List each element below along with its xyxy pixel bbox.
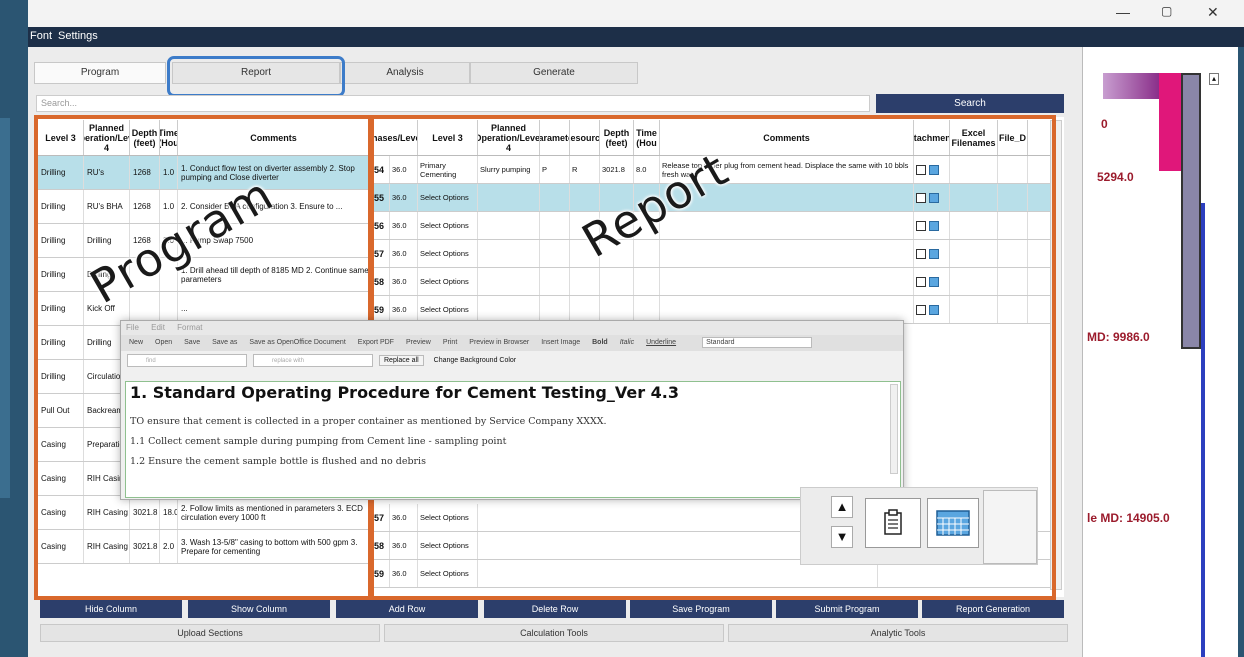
calendar-button[interactable] — [927, 498, 979, 548]
attach-document-button[interactable] — [865, 498, 921, 548]
calendar-icon — [936, 510, 970, 536]
text-editor-window: File Edit Format New Open Save Save as S… — [120, 320, 904, 500]
maximize-icon[interactable]: ▢ — [1161, 4, 1172, 18]
editor-style-select[interactable]: Standard — [702, 337, 813, 348]
upload-sections-button[interactable]: Upload Sections — [40, 624, 380, 642]
depth-chart-panel: ▴ 0 5294.0 MD: 9986.0 le MD: 14905.0 — [1082, 47, 1238, 657]
calculation-tools-button[interactable]: Calculation Tools — [384, 624, 724, 642]
menu-settings[interactable]: Settings — [58, 30, 98, 42]
scroll-down-icon[interactable]: ▼ — [831, 526, 853, 548]
depth-bar-blue — [1201, 203, 1205, 657]
editor-paragraph: 1.2 Ensure the cement sample bottle is f… — [130, 456, 426, 467]
editor-replace-all-button[interactable]: Replace all — [379, 354, 424, 366]
show-column-button[interactable]: Show Column — [188, 600, 330, 618]
tab-generate[interactable]: Generate — [470, 62, 638, 84]
panel-scroll-up-icon[interactable]: ▴ — [1209, 73, 1219, 85]
editor-find-input[interactable]: find — [127, 353, 247, 367]
search-button[interactable]: Search — [876, 94, 1064, 113]
minimize-icon[interactable]: — — [1116, 4, 1130, 20]
editor-scrollbar[interactable] — [890, 384, 898, 474]
menu-font[interactable]: Font — [30, 30, 52, 42]
editor-change-bg-button[interactable]: Change Background Color — [430, 356, 521, 365]
menu-bar: Font Settings — [28, 27, 1244, 47]
editor-menu: File Edit Format — [121, 321, 903, 335]
report-generation-button[interactable]: Report Generation — [922, 600, 1064, 618]
clipboard-icon — [884, 509, 902, 535]
editor-new-button[interactable]: New — [129, 335, 143, 351]
analytic-tools-button[interactable]: Analytic Tools — [728, 624, 1068, 642]
editor-toolbar: New Open Save Save as Save as OpenOffice… — [121, 335, 903, 351]
editor-bold-button[interactable]: Bold — [592, 335, 608, 351]
attachment-preview — [983, 490, 1037, 564]
editor-paragraph: TO ensure that cement is collected in a … — [130, 416, 607, 427]
save-program-button[interactable]: Save Program — [630, 600, 772, 618]
report-tab-highlight — [167, 56, 345, 97]
editor-menu-edit[interactable]: Edit — [151, 323, 165, 332]
depth-label-1: 5294.0 — [1097, 170, 1134, 184]
app-root: — ▢ ✕ Font Settings Program Report Analy… — [0, 0, 1244, 657]
editor-document[interactable]: 1. Standard Operating Procedure for Ceme… — [125, 381, 901, 498]
window-titlebar: — ▢ ✕ — [28, 0, 1244, 27]
editor-save-button[interactable]: Save — [184, 335, 200, 351]
editor-paragraph: 1.1 Collect cement sample during pumping… — [130, 436, 507, 447]
editor-export-pdf-button[interactable]: Export PDF — [358, 335, 394, 351]
editor-open-button[interactable]: Open — [155, 335, 172, 351]
scroll-up-icon[interactable]: ▲ — [831, 496, 853, 518]
editor-italic-button[interactable]: Italic — [620, 335, 634, 351]
depth-label-3: le MD: 14905.0 — [1087, 511, 1170, 525]
editor-print-button[interactable]: Print — [443, 335, 457, 351]
submit-program-button[interactable]: Submit Program — [776, 600, 918, 618]
editor-menu-file[interactable]: File — [126, 323, 139, 332]
hide-column-button[interactable]: Hide Column — [40, 600, 182, 618]
search-input[interactable]: Search... — [36, 95, 870, 112]
editor-preview-button[interactable]: Preview — [406, 335, 431, 351]
attachment-widget: ▲ ▼ — [800, 487, 1038, 565]
depth-label-0: 0 — [1101, 117, 1108, 131]
depth-bar-grey — [1181, 73, 1201, 349]
close-icon[interactable]: ✕ — [1207, 4, 1219, 21]
depth-bar-purple — [1103, 73, 1159, 99]
desktop-background-accent — [0, 118, 10, 498]
editor-preview-browser-button[interactable]: Preview in Browser — [469, 335, 529, 351]
editor-insert-image-button[interactable]: Insert Image — [541, 335, 580, 351]
editor-find-bar: find replace with Replace all Change Bac… — [121, 351, 903, 369]
tab-program[interactable]: Program — [34, 62, 166, 84]
tab-analysis[interactable]: Analysis — [340, 62, 470, 84]
depth-label-2: MD: 9986.0 — [1087, 330, 1150, 344]
editor-saveas-button[interactable]: Save as — [212, 335, 237, 351]
editor-replace-input[interactable]: replace with — [253, 353, 373, 367]
editor-menu-format[interactable]: Format — [177, 323, 202, 332]
editor-underline-button[interactable]: Underline — [646, 335, 676, 351]
editor-save-odt-button[interactable]: Save as OpenOffice Document — [249, 335, 345, 351]
add-row-button[interactable]: Add Row — [336, 600, 478, 618]
delete-row-button[interactable]: Delete Row — [484, 600, 626, 618]
depth-bar-pink — [1159, 73, 1181, 171]
editor-doc-title: 1. Standard Operating Procedure for Ceme… — [130, 383, 679, 402]
